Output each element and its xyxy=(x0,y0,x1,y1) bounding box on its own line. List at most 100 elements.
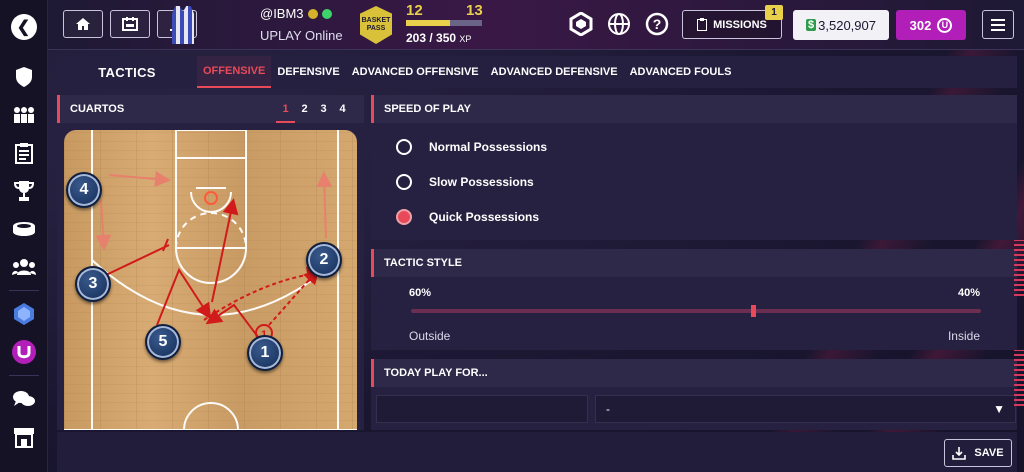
clipboard-icon xyxy=(14,143,33,164)
speed-option-normal[interactable]: Normal Possessions xyxy=(396,139,547,155)
dollar-icon: $ xyxy=(806,19,817,31)
money-button[interactable]: $ 3,520,907 xyxy=(793,10,889,40)
today-panel-header: TODAY PLAY FOR... xyxy=(371,359,1017,387)
xp-progress-fill xyxy=(406,20,451,26)
brand-button[interactable] xyxy=(568,11,594,37)
option-label: Normal Possessions xyxy=(429,140,548,154)
bottom-bar xyxy=(57,432,1017,472)
sidebar-item-chat[interactable] xyxy=(0,380,48,418)
save-icon xyxy=(952,447,967,460)
game-logo-icon xyxy=(13,303,34,325)
badge-icon xyxy=(307,8,318,19)
sidebar-item-brand[interactable] xyxy=(0,295,48,333)
radio-button[interactable] xyxy=(396,174,412,190)
dropdown-arrow-icon: ▼ xyxy=(993,402,1005,416)
tactic-style-panel: TACTIC STYLE 60% 40% Outside Inside xyxy=(371,249,1017,350)
username: @IBM3 xyxy=(260,6,304,21)
sidebar-item-tactics[interactable] xyxy=(0,134,48,172)
decorative-stripes xyxy=(1014,350,1024,406)
option-label: Quick Possessions xyxy=(429,210,540,224)
tab-defensive[interactable]: DEFENSIVE xyxy=(271,56,345,88)
sidebar-item-trophies[interactable] xyxy=(0,172,48,210)
sidebar-item-shield[interactable] xyxy=(0,58,48,96)
main-menu-button[interactable] xyxy=(982,10,1014,39)
back-button[interactable]: ❮ xyxy=(0,8,48,46)
chat-icon xyxy=(12,391,35,406)
speed-option-quick[interactable]: Quick Possessions xyxy=(396,209,539,225)
shop-icon xyxy=(13,428,34,448)
home-icon xyxy=(76,18,90,30)
money-value: 3,520,907 xyxy=(818,17,876,33)
team-jersey-icon xyxy=(172,6,194,44)
sidebar-item-shop[interactable] xyxy=(0,418,48,456)
player-token[interactable]: 1 xyxy=(247,335,283,371)
tab-advanced-fouls[interactable]: ADVANCED FOULS xyxy=(624,56,738,88)
radio-button-selected[interactable] xyxy=(396,209,412,225)
tab-advanced-offensive[interactable]: ADVANCED OFFENSIVE xyxy=(346,56,485,88)
sidebar-item-uplay[interactable] xyxy=(0,333,48,371)
shield-icon xyxy=(15,67,32,87)
clipboard-icon xyxy=(697,18,708,31)
basketball-court[interactable]: 1 4 3 5 2 1 xyxy=(64,130,357,430)
help-icon: ? xyxy=(645,12,669,36)
speed-of-play-panel: SPEED OF PLAY Normal Possessions Slow Po… xyxy=(371,95,1017,240)
xp-unit: XP xyxy=(459,34,472,44)
quarter-selector: 1 2 3 4 xyxy=(276,95,352,123)
arena-icon xyxy=(12,222,35,236)
today-select[interactable]: - ▼ xyxy=(595,395,1016,423)
court-panel-title: CUARTOS xyxy=(70,103,125,115)
coins-value: 302 xyxy=(909,17,932,33)
language-button[interactable] xyxy=(606,11,632,37)
radio-button[interactable] xyxy=(396,139,412,155)
player-token[interactable]: 4 xyxy=(66,172,102,208)
uplay-coin-icon: U xyxy=(937,17,953,33)
basket-pass-badge[interactable]: BASKET PASS xyxy=(360,6,392,44)
coins-button[interactable]: 302 U xyxy=(896,10,966,40)
outside-label: Outside xyxy=(409,329,451,343)
people-icon xyxy=(11,259,36,275)
sidebar-item-community[interactable] xyxy=(0,248,48,286)
sidebar-item-team[interactable] xyxy=(0,96,48,134)
slider-handle[interactable] xyxy=(751,305,756,317)
quarter-3-tab[interactable]: 3 xyxy=(314,95,333,123)
user-info: @IBM3 xyxy=(260,6,332,21)
user-status: UPLAY Online xyxy=(260,28,343,43)
player-token[interactable]: 5 xyxy=(145,324,181,360)
xp-value: 203 / 350 xyxy=(406,31,457,45)
missions-count-badge: 1 xyxy=(765,5,783,20)
player-token[interactable]: 2 xyxy=(306,242,342,278)
speed-panel-header: SPEED OF PLAY xyxy=(371,95,1017,123)
speed-option-slow[interactable]: Slow Possessions xyxy=(396,174,534,190)
sidebar-divider xyxy=(8,290,39,291)
trophy-icon xyxy=(13,181,34,201)
home-button[interactable] xyxy=(63,10,103,38)
hamburger-menu-icon xyxy=(991,18,1005,31)
help-button[interactable]: ? xyxy=(644,11,670,37)
top-bar: @IBM3 UPLAY Online BASKET PASS 12 13 203… xyxy=(48,0,1024,50)
style-panel-header: TACTIC STYLE xyxy=(371,249,1017,277)
outside-percentage: 60% xyxy=(409,287,432,299)
brand-logo-icon xyxy=(569,12,593,36)
court-panel: CUARTOS 1 2 3 4 4 3 5 2 1 xyxy=(57,95,364,430)
uplay-coin-icon xyxy=(11,340,36,364)
today-play-for-panel: TODAY PLAY FOR... - ▼ xyxy=(371,359,1017,430)
quarter-2-tab[interactable]: 2 xyxy=(295,95,314,123)
inside-label: Inside xyxy=(947,329,980,343)
tab-offensive[interactable]: OFFENSIVE xyxy=(197,56,272,88)
next-level: 13 xyxy=(466,2,483,19)
page-title: TACTICS xyxy=(98,64,156,80)
save-button[interactable]: SAVE xyxy=(944,439,1012,467)
quarter-4-tab[interactable]: 4 xyxy=(333,95,352,123)
tab-advanced-defensive[interactable]: ADVANCED DEFENSIVE xyxy=(485,56,624,88)
player-token[interactable]: 3 xyxy=(75,266,111,302)
style-slider[interactable] xyxy=(411,305,981,317)
calendar-button[interactable] xyxy=(110,10,150,38)
sidebar-item-arena[interactable] xyxy=(0,210,48,248)
calendar-icon xyxy=(122,17,138,31)
today-player-field[interactable] xyxy=(376,395,588,423)
option-label: Slow Possessions xyxy=(429,175,534,189)
globe-icon xyxy=(608,13,630,35)
sidebar-divider xyxy=(8,375,39,376)
svg-text:?: ? xyxy=(653,16,662,32)
quarter-1-tab[interactable]: 1 xyxy=(276,95,295,123)
